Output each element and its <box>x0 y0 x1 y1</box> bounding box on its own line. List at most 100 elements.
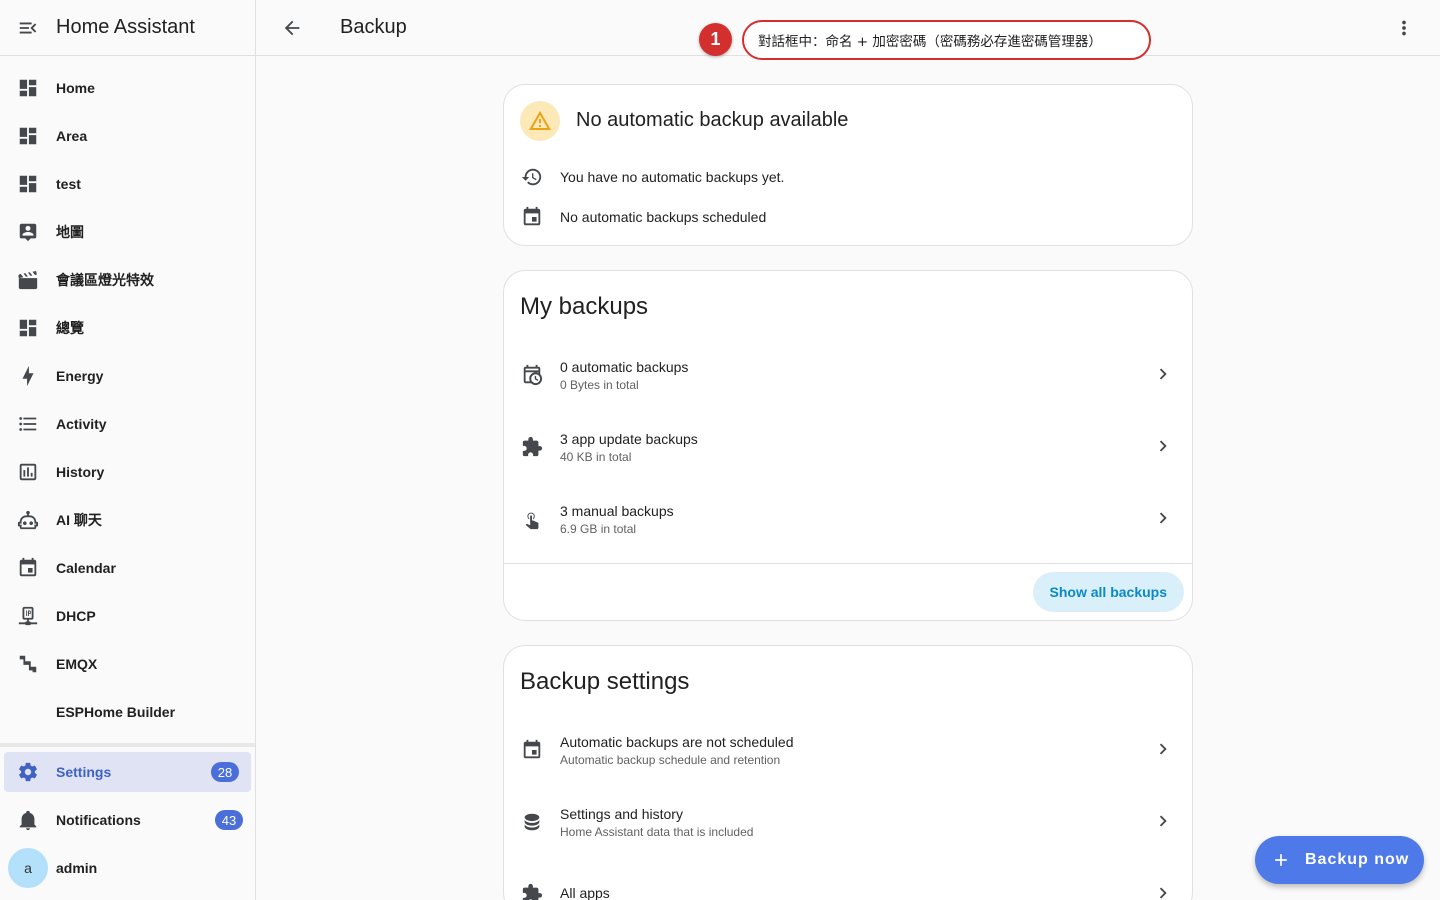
sidebar-item-label: test <box>56 176 81 192</box>
row-secondary: Home Assistant data that is included <box>560 824 754 839</box>
card-actions-divider <box>504 563 1192 564</box>
row-secondary: 0 Bytes in total <box>560 377 639 392</box>
database-icon <box>520 810 544 834</box>
dashboard-icon <box>16 76 40 100</box>
calendar-icon <box>16 556 40 580</box>
lightning-bolt-icon <box>16 364 40 388</box>
row-primary: Automatic backups are not scheduled <box>560 733 794 750</box>
status-line-text: You have no automatic backups yet. <box>560 169 785 185</box>
chevron-right-icon <box>1152 435 1174 457</box>
chevron-right-icon <box>1152 810 1174 832</box>
stairs-icon <box>16 652 40 676</box>
sidebar-item-label: 地圖 <box>56 224 84 240</box>
sidebar: Home Assistant Home Area test 地圖 會議區燈光特效… <box>0 0 256 900</box>
menu-collapse-button[interactable] <box>0 0 56 56</box>
sidebar-item-home[interactable]: Home <box>0 64 255 112</box>
row-primary: Settings and history <box>560 805 683 822</box>
backup-now-label: Backup now <box>1305 851 1410 868</box>
sidebar-item-emqx[interactable]: EMQX <box>0 640 255 688</box>
my-backups-card: My backups 0 automatic backups 0 Bytes i… <box>503 270 1193 621</box>
status-title: No automatic backup available <box>576 109 849 131</box>
ip-network-icon <box>16 604 40 628</box>
back-button[interactable] <box>256 0 328 56</box>
sidebar-item-ai-chat[interactable]: AI 聊天 <box>0 496 255 544</box>
row-primary: All apps <box>560 884 610 900</box>
warning-icon-circle <box>520 101 560 141</box>
row-primary: 3 app update backups <box>560 430 698 447</box>
sidebar-item-esphome-builder[interactable]: ESPHome Builder <box>0 688 255 736</box>
avatar: a <box>8 848 48 888</box>
status-line-text: No automatic backups scheduled <box>560 209 767 225</box>
row-secondary: Automatic backup schedule and retention <box>560 752 781 767</box>
sidebar-item-area[interactable]: Area <box>0 112 255 160</box>
list-item-manual-backups[interactable]: 3 manual backups 6.9 GB in total <box>504 483 1192 555</box>
robot-icon <box>16 508 40 532</box>
menu-open-icon <box>19 22 37 33</box>
alert-triangle-icon <box>529 111 551 130</box>
sidebar-item-label: Energy <box>56 368 104 384</box>
card-title: My backups <box>520 293 649 320</box>
page-title: Backup <box>340 16 407 38</box>
sidebar-item-light-effects[interactable]: 會議區燈光特效 <box>0 256 255 304</box>
list-item-schedule[interactable]: Automatic backups are not scheduled Auto… <box>504 714 1192 786</box>
sidebar-item-label: Area <box>56 128 88 144</box>
bell-icon <box>16 808 40 832</box>
backup-status-card: No automatic backup available You have n… <box>503 84 1193 246</box>
calendar-icon <box>520 738 544 762</box>
annotation-number-badge: 1 <box>699 23 732 56</box>
sidebar-item-map[interactable]: 地圖 <box>0 208 255 256</box>
app-title: Home Assistant <box>56 16 195 38</box>
puzzle-icon <box>520 435 544 459</box>
sidebar-item-settings[interactable]: Settings 28 <box>4 752 251 792</box>
sidebar-item-label: DHCP <box>56 608 96 624</box>
overflow-menu-button[interactable] <box>1392 16 1416 40</box>
backup-settings-card: Backup settings Automatic backups are no… <box>503 645 1193 900</box>
gesture-tap-icon <box>520 507 544 531</box>
sidebar-item-user[interactable]: a admin <box>0 844 255 892</box>
row-primary: 3 manual backups <box>560 502 674 519</box>
annotation-callout: 對話框中：命名 + 加密密碼（密碼務必存進密碼管理器） <box>742 20 1151 60</box>
status-line-no-backups: You have no automatic backups yet. <box>520 165 784 189</box>
list-item-automatic-backups[interactable]: 0 automatic backups 0 Bytes in total <box>504 339 1192 411</box>
chevron-right-icon <box>1152 882 1174 900</box>
sidebar-item-overview[interactable]: 總覽 <box>0 304 255 352</box>
calendar-sync-icon <box>520 363 544 387</box>
dashboard-icon <box>16 316 40 340</box>
list-item-settings-history[interactable]: Settings and history Home Assistant data… <box>504 786 1192 858</box>
cog-icon <box>16 760 40 784</box>
sidebar-item-test[interactable]: test <box>0 160 255 208</box>
sidebar-nav: Home Area test 地圖 會議區燈光特效 總覽 Energy Acti… <box>0 56 255 736</box>
sidebar-divider <box>0 743 255 747</box>
sidebar-item-history[interactable]: History <box>0 448 255 496</box>
sidebar-item-label: Settings <box>56 764 112 780</box>
arrow-left-icon <box>284 20 300 35</box>
list-item-all-apps[interactable]: All apps <box>504 858 1192 900</box>
row-primary: 0 automatic backups <box>560 358 689 375</box>
list-item-app-update-backups[interactable]: 3 app update backups 40 KB in total <box>504 411 1192 483</box>
chevron-right-icon <box>1152 738 1174 760</box>
sidebar-item-calendar[interactable]: Calendar <box>0 544 255 592</box>
backup-now-button[interactable]: Backup now <box>1255 836 1424 884</box>
sidebar-item-label: admin <box>56 860 98 876</box>
chart-box-icon <box>16 460 40 484</box>
sidebar-header: Home Assistant <box>0 0 255 56</box>
puzzle-icon <box>520 882 544 900</box>
card-title: Backup settings <box>520 668 690 695</box>
sidebar-bottom: Settings 28 Notifications 43 a admin <box>0 748 255 892</box>
sidebar-item-label: 總覽 <box>56 320 84 336</box>
sidebar-item-energy[interactable]: Energy <box>0 352 255 400</box>
sidebar-item-label: 會議區燈光特效 <box>56 272 154 288</box>
plus-icon <box>1275 854 1287 866</box>
chevron-right-icon <box>1152 507 1174 529</box>
annotation-text: 對話框中：命名 + 加密密碼（密碼務必存進密碼管理器） <box>758 34 1102 50</box>
dots-vertical-icon <box>1402 20 1406 36</box>
sidebar-item-label: Activity <box>56 416 107 432</box>
sidebar-item-dhcp[interactable]: DHCP <box>0 592 255 640</box>
dashboard-icon <box>16 124 40 148</box>
show-all-backups-button[interactable]: Show all backups <box>1032 572 1184 612</box>
map-account-icon <box>16 220 40 244</box>
sidebar-item-label: AI 聊天 <box>56 512 102 528</box>
sidebar-item-notifications[interactable]: Notifications 43 <box>0 796 255 844</box>
sidebar-item-label: Calendar <box>56 560 116 576</box>
sidebar-item-activity[interactable]: Activity <box>0 400 255 448</box>
